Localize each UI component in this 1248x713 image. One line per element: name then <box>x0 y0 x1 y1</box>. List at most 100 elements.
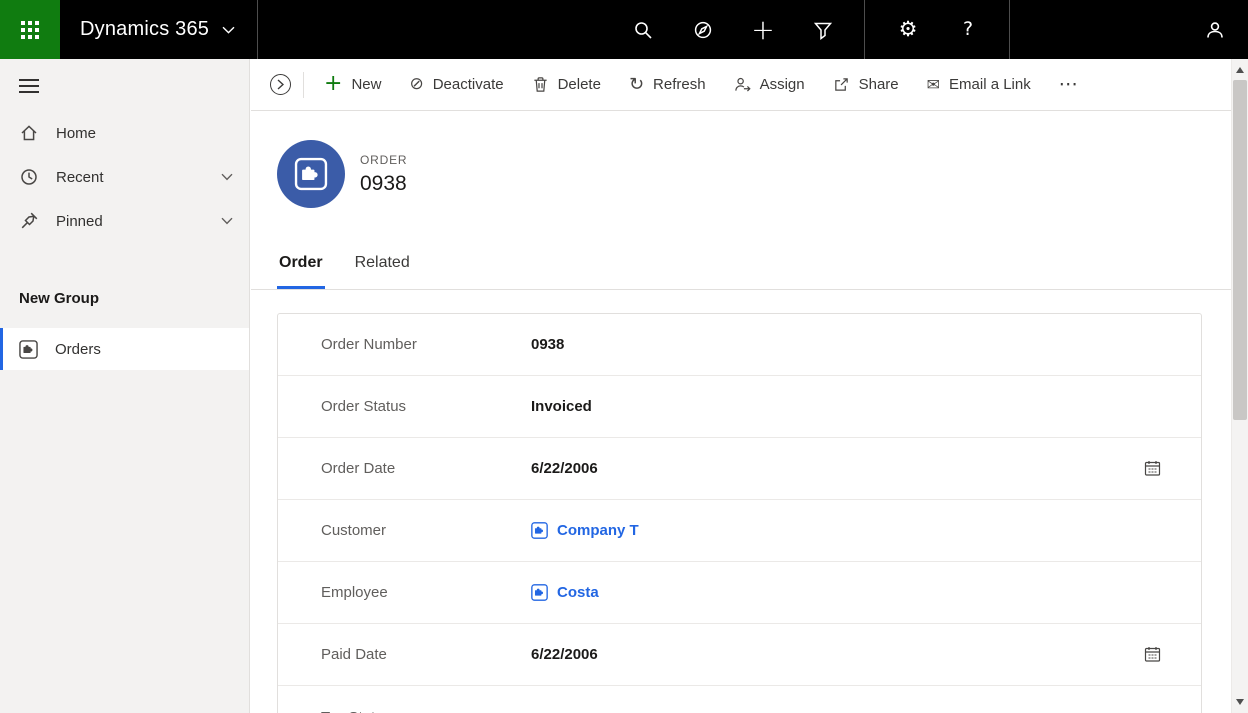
order-status-value[interactable]: Invoiced <box>531 398 592 415</box>
sitemap-list: Home Recent Pinned <box>0 111 249 243</box>
tab-related[interactable]: Related <box>353 254 412 289</box>
command-label: Share <box>858 76 899 93</box>
compass-icon <box>694 21 712 38</box>
form-section-card: Order Number 0938 Order Status Invoiced … <box>277 313 1202 713</box>
field-label: Customer <box>321 522 387 539</box>
sidebar-item-label: Recent <box>56 168 104 186</box>
chevron-right-circle-icon <box>269 74 291 95</box>
refresh-icon: ↻ <box>628 73 645 95</box>
field-label: Tax Status <box>321 709 531 713</box>
settings-button[interactable]: ⚙ <box>883 0 933 59</box>
app-switcher-button[interactable]: Dynamics 365 <box>60 0 257 59</box>
waffle-icon <box>21 20 39 39</box>
help-button[interactable]: ? <box>943 0 993 59</box>
puzzle-entity-icon <box>19 339 38 359</box>
assign-icon <box>734 77 751 92</box>
command-label: Refresh <box>653 76 706 93</box>
record-titles: ORDER 0938 <box>360 153 407 196</box>
command-label: Assign <box>759 76 805 93</box>
more-commands-button[interactable]: ⋯ <box>1045 59 1092 111</box>
vertical-scrollbar[interactable] <box>1231 59 1248 713</box>
entity-puzzle-icon <box>294 157 328 191</box>
field-row-employee: Employee Costa <box>278 562 1201 624</box>
app-launcher-button[interactable] <box>0 0 60 59</box>
calendar-icon <box>1144 647 1161 662</box>
topbar-divider <box>1009 0 1010 59</box>
scrollbar-thumb[interactable] <box>1233 80 1247 420</box>
lookup-label: Costa <box>557 584 599 601</box>
entity-avatar <box>277 140 345 208</box>
field-label: Employee <box>321 584 388 601</box>
command-label: Deactivate <box>432 76 504 93</box>
user-account-button[interactable] <box>1190 0 1240 59</box>
record-header: ORDER 0938 <box>251 111 1231 208</box>
order-number-value[interactable]: 0938 <box>531 336 564 353</box>
employee-lookup-link[interactable]: Costa <box>531 584 599 601</box>
tab-label: Order <box>279 254 323 271</box>
top-navigation-bar: Dynamics 365 + ⚙ ? <box>0 0 1248 59</box>
email-icon: ✉ <box>926 74 941 94</box>
sidebar-item-label: Home <box>56 124 97 142</box>
field-label: Order Status <box>321 398 407 415</box>
date-picker-button[interactable] <box>1144 460 1161 477</box>
home-icon <box>21 125 37 141</box>
compass-button[interactable] <box>678 0 728 59</box>
entity-type-label: ORDER <box>360 152 408 167</box>
field-row-order-status: Order Status Invoiced <box>278 376 1201 438</box>
tab-order[interactable]: Order <box>277 254 325 289</box>
triangle-up-icon <box>1236 67 1244 73</box>
tab-label: Related <box>354 254 410 271</box>
command-label: New <box>351 76 382 93</box>
triangle-down-icon <box>1236 699 1244 705</box>
help-icon: ? <box>962 18 974 40</box>
deactivate-button[interactable]: ⊘ Deactivate <box>395 59 517 111</box>
sidebar-item-orders[interactable]: Orders <box>0 328 249 370</box>
field-row-paid-date: Paid Date 6/22/2006 <box>278 624 1201 686</box>
sidebar-item-recent[interactable]: Recent <box>0 155 249 199</box>
main-content: + New ⊘ Deactivate Delete ↻ Refresh Assi… <box>251 59 1231 713</box>
command-label: Delete <box>557 76 601 93</box>
sitemap-group-label: New Group <box>19 290 100 307</box>
customer-lookup-link[interactable]: Company T <box>531 522 639 539</box>
commandbar-expand-button[interactable] <box>263 59 297 111</box>
share-button[interactable]: Share <box>819 59 913 111</box>
funnel-icon <box>813 22 833 40</box>
field-row-order-date: Order Date 6/22/2006 <box>278 438 1201 500</box>
refresh-button[interactable]: ↻ Refresh <box>615 59 720 111</box>
record-title: 0938 <box>360 171 407 195</box>
calendar-icon <box>1144 461 1161 476</box>
search-button[interactable] <box>618 0 668 59</box>
date-picker-button[interactable] <box>1144 646 1161 663</box>
quick-create-button[interactable]: + <box>738 0 788 59</box>
field-row-customer: Customer Company T <box>278 500 1201 562</box>
entity-lookup-icon <box>531 522 548 539</box>
paid-date-value[interactable]: 6/22/2006 <box>531 646 598 663</box>
plus-icon: + <box>751 12 775 46</box>
topbar-actions: + ⚙ ? <box>618 0 1010 59</box>
field-row-order-number: Order Number 0938 <box>278 314 1201 376</box>
scroll-up-button[interactable] <box>1232 62 1248 78</box>
chevron-down-icon <box>221 173 233 181</box>
field-row-tax-status: Tax Status <box>278 686 1201 713</box>
field-label: Paid Date <box>321 646 387 663</box>
app-title: Dynamics 365 <box>80 18 210 40</box>
filter-button[interactable] <box>798 0 848 59</box>
delete-button[interactable]: Delete <box>518 59 615 111</box>
scroll-down-button[interactable] <box>1232 694 1248 710</box>
order-date-value[interactable]: 6/22/2006 <box>531 460 598 477</box>
ellipsis-icon: ⋯ <box>1058 73 1078 95</box>
new-button[interactable]: + New <box>310 59 395 111</box>
assign-button[interactable]: Assign <box>720 59 819 111</box>
chevron-down-icon <box>221 217 233 225</box>
person-icon <box>1207 21 1223 38</box>
sidebar-item-pinned[interactable]: Pinned <box>0 199 249 243</box>
field-label: Order Number <box>321 336 417 353</box>
entity-lookup-icon <box>531 584 548 601</box>
gear-icon: ⚙ <box>898 17 918 41</box>
clock-icon <box>21 169 37 185</box>
command-bar: + New ⊘ Deactivate Delete ↻ Refresh Assi… <box>251 59 1231 111</box>
form-tab-strip: Order Related <box>251 254 1231 290</box>
sitemap-toggle-button[interactable] <box>0 59 39 97</box>
email-link-button[interactable]: ✉ Email a Link <box>913 59 1045 111</box>
sidebar-item-home[interactable]: Home <box>0 111 249 155</box>
